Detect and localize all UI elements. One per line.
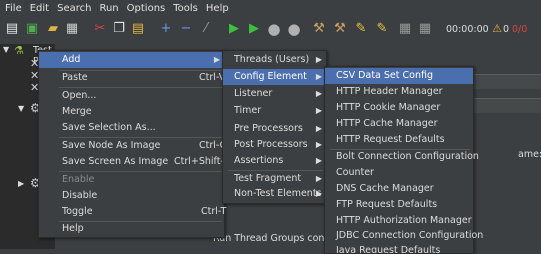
config-item-bolt-connection[interactable]: Bolt Connection Configuration — [325, 149, 479, 165]
toolbar: ▤ ▣ ▰ ▦ ✂ ❐ ▤ + − ⁄ ▶ ▶ ● ● ⚒ ⚒ ✎ ✎ ▦ ▦ … — [0, 16, 541, 45]
menu-run[interactable]: Run — [94, 3, 121, 14]
config-item-http-header-manager[interactable]: HTTP Header Manager — [325, 84, 473, 100]
menu-help[interactable]: Help — [201, 3, 232, 14]
menu-bar: File Edit Search Run Options Tools Help — [0, 0, 541, 16]
test-plan-icon: ⚗ — [14, 44, 24, 57]
submenu-item-threads[interactable]: Threads (Users) ▶ — [223, 52, 326, 68]
menu-options[interactable]: Options — [122, 3, 169, 14]
help-icon[interactable]: ▦ — [417, 21, 433, 37]
collapse-node-icon[interactable]: ▶ — [18, 179, 24, 188]
expand-node-icon[interactable]: ▼ — [18, 104, 24, 113]
config-item-http-cache-manager[interactable]: HTTP Cache Manager — [325, 116, 473, 132]
config-element-submenu: CSV Data Set Config HTTP Header Manager … — [324, 66, 483, 254]
menu-item-save-node-image[interactable]: Save Node As Image Ctrl-G — [39, 138, 227, 154]
paste-icon[interactable]: ▤ — [130, 21, 146, 37]
menu-file[interactable]: File — [0, 3, 25, 14]
templates-icon[interactable]: ▣ — [24, 21, 40, 37]
clear-all-icon[interactable]: ⚒ — [332, 21, 348, 37]
submenu-item-assertions[interactable]: Assertions ▶ — [223, 153, 326, 169]
error-count: 0/0 — [512, 24, 528, 35]
config-item-csv-data-set[interactable]: CSV Data Set Config — [325, 68, 473, 84]
menu-item-enable: Enable — [62, 174, 95, 185]
config-item-http-authorization-manager[interactable]: HTTP Authorization Manager — [325, 213, 473, 229]
new-file-icon[interactable]: ▤ — [4, 21, 20, 37]
menu-item-merge[interactable]: Merge — [39, 104, 224, 120]
add-submenu: Threads (Users) ▶ Config Element ▶ Listene… — [222, 50, 327, 204]
menu-item-save-screen-image[interactable]: Save Screen As Image Ctrl+Shift-G — [39, 154, 232, 170]
config-item-java-request-defaults[interactable]: Java Request Defaults — [325, 243, 473, 253]
collapse-icon[interactable]: − — [178, 21, 194, 37]
submenu-item-timer[interactable]: Timer ▶ — [223, 103, 326, 119]
stop-icon[interactable]: ● — [266, 21, 282, 37]
config-item-dns-cache-manager[interactable]: DNS Cache Manager — [325, 181, 473, 197]
config-item-http-request-defaults[interactable]: HTTP Request Defaults — [325, 132, 473, 148]
submenu-item-config-element[interactable]: Config Element ▶ — [223, 69, 326, 85]
config-item-counter[interactable]: Counter — [325, 165, 473, 181]
menu-item-toggle[interactable]: Toggle Ctrl-T — [39, 204, 226, 220]
menu-tools[interactable]: Tools — [168, 3, 201, 14]
submenu-item-test-fragment[interactable]: Test Fragment ▶ — [223, 171, 326, 187]
toggle-icon[interactable]: ⁄ — [198, 21, 214, 37]
config-item-http-cookie-manager[interactable]: HTTP Cookie Manager — [325, 100, 473, 116]
menu-item-help[interactable]: Help — [39, 221, 224, 237]
search-icon[interactable]: ✎ — [353, 21, 369, 37]
warning-count: 0 — [503, 24, 510, 35]
save-icon[interactable]: ▦ — [64, 21, 80, 37]
submenu-item-pre-processors[interactable]: Pre Processors ▶ — [223, 121, 326, 137]
cut-icon[interactable]: ✂ — [92, 21, 108, 37]
start-no-pauses-icon[interactable]: ▶ — [246, 21, 262, 37]
name-field-label: ame: — [518, 149, 541, 160]
elapsed-timer: 00:00:00 — [446, 24, 489, 35]
expand-tree-icon[interactable]: ▼ — [3, 45, 9, 54]
menu-edit[interactable]: Edit — [25, 3, 52, 14]
clear-icon[interactable]: ⚒ — [311, 21, 327, 37]
menu-item-add[interactable]: Add ▶ — [39, 52, 224, 68]
context-menu: Add ▶ Paste Ctrl-V Open... Merge Save Se… — [38, 50, 232, 238]
menu-item-open[interactable]: Open... — [39, 88, 224, 104]
menu-item-paste[interactable]: Paste Ctrl-V — [39, 70, 225, 86]
start-icon[interactable]: ▶ — [226, 21, 242, 37]
expand-icon[interactable]: + — [158, 21, 174, 37]
copy-icon[interactable]: ❐ — [111, 21, 127, 37]
menu-item-disable[interactable]: Disable — [39, 188, 224, 204]
reset-search-icon[interactable]: ✎ — [374, 21, 390, 37]
submenu-item-listener[interactable]: Listener ▶ — [223, 86, 326, 102]
menu-item-save-selection[interactable]: Save Selection As... — [39, 120, 224, 136]
config-item-jdbc-connection[interactable]: JDBC Connection Configuration — [325, 228, 483, 244]
function-helper-icon[interactable]: ▦ — [397, 21, 413, 37]
open-folder-icon[interactable]: ▰ — [45, 21, 61, 37]
shutdown-icon[interactable]: ● — [286, 21, 302, 37]
config-item-ftp-request-defaults[interactable]: FTP Request Defaults — [325, 197, 473, 213]
menu-search[interactable]: Search — [52, 3, 94, 14]
submenu-item-post-processors[interactable]: Post Processors ▶ — [223, 137, 326, 153]
submenu-item-non-test-elements[interactable]: Non-Test Elements ▶ — [223, 186, 326, 202]
